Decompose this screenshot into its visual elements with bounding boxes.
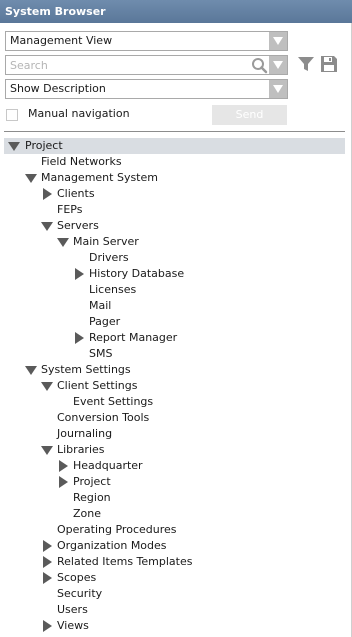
tree-item[interactable]: Main Server (0, 234, 341, 250)
tree-item-label: Licenses (89, 283, 137, 296)
expand-triangle-right-icon[interactable] (43, 188, 52, 200)
tree-item-label: FEPs (57, 203, 83, 216)
tree-item-label: Operating Procedures (57, 523, 177, 536)
chevron-down-icon[interactable] (269, 56, 287, 74)
expand-triangle-down-icon[interactable] (41, 222, 53, 231)
expand-triangle-down-icon[interactable] (41, 382, 53, 391)
tree-item[interactable]: Mail (0, 298, 341, 314)
expand-triangle-right-icon[interactable] (59, 460, 68, 472)
tree-item[interactable]: Zone (0, 506, 341, 522)
tree-item[interactable]: Libraries (0, 442, 341, 458)
tree-item[interactable]: Headquarter (0, 458, 341, 474)
tree-item[interactable]: SMS (0, 346, 341, 362)
tree-item-label: Client Settings (57, 379, 138, 392)
chevron-down-icon[interactable] (269, 80, 287, 98)
tree-item[interactable]: Drivers (0, 250, 341, 266)
tree-item-label: Region (73, 491, 111, 504)
description-selector[interactable]: Show Description (5, 79, 288, 99)
tree-item[interactable]: FEPs (0, 202, 341, 218)
tree-item[interactable]: Report Manager (0, 330, 341, 346)
tree-item-label: Libraries (57, 443, 105, 456)
tree-item-label: Scopes (57, 571, 97, 584)
tree-item-label: Conversion Tools (57, 411, 150, 424)
tree-item[interactable]: Conversion Tools (0, 410, 341, 426)
tree-item-label: Main Server (73, 235, 139, 248)
tree-item-label: Report Manager (89, 331, 178, 344)
tree-item-label: Servers (57, 219, 99, 232)
tree-item-label: Headquarter (73, 459, 143, 472)
expand-triangle-down-icon[interactable] (25, 174, 37, 183)
send-button[interactable]: Send (212, 105, 287, 125)
expand-triangle-right-icon[interactable] (43, 572, 52, 584)
tree-item[interactable]: Security (0, 586, 341, 602)
tree-item[interactable]: Project (0, 474, 341, 490)
expand-triangle-down-icon[interactable] (57, 238, 69, 247)
tree-item[interactable]: Organization Modes (0, 538, 341, 554)
tree-item-label: Related Items Templates (57, 555, 193, 568)
tree-item[interactable]: Field Networks (0, 154, 341, 170)
tree-item-label: Security (57, 587, 103, 600)
search-input[interactable] (6, 56, 246, 74)
tree-item[interactable]: Project (4, 138, 345, 154)
tree-item[interactable]: Scopes (0, 570, 341, 586)
tree-item-label: Organization Modes (57, 539, 167, 552)
expand-triangle-right-icon[interactable] (59, 476, 68, 488)
tree-item-label: SMS (89, 347, 113, 360)
tree-item[interactable]: Pager (0, 314, 341, 330)
tree-item-label: Users (57, 603, 88, 616)
tree-item-label: Pager (89, 315, 121, 328)
tree-item-label: Event Settings (73, 395, 154, 408)
tree-item[interactable]: Users (0, 602, 341, 618)
tree-item[interactable]: Management System (0, 170, 341, 186)
tree-item-label: Clients (57, 187, 95, 200)
tree-item[interactable]: Views (0, 618, 341, 634)
description-selector-value: Show Description (10, 82, 106, 95)
divider (4, 131, 345, 132)
chevron-down-icon[interactable] (269, 32, 287, 50)
tree-item[interactable]: Servers (0, 218, 341, 234)
manual-navigation-checkbox[interactable] (6, 109, 18, 121)
expand-triangle-down-icon[interactable] (25, 366, 37, 375)
tree-item-label: System Settings (41, 363, 131, 376)
save-icon[interactable] (320, 55, 338, 76)
expand-triangle-right-icon[interactable] (75, 332, 84, 344)
tree-item[interactable]: System Settings (0, 362, 341, 378)
tree-item[interactable]: Journaling (0, 426, 341, 442)
tree-item[interactable]: Related Items Templates (0, 554, 341, 570)
tree-item-label: Zone (73, 507, 102, 520)
manual-navigation-label: Manual navigation (28, 107, 130, 120)
tree-item[interactable]: Event Settings (0, 394, 341, 410)
expand-triangle-down-icon[interactable] (8, 142, 20, 151)
search-field[interactable] (5, 55, 288, 75)
tree-item[interactable]: Licenses (0, 282, 341, 298)
tree-item[interactable]: Region (0, 490, 341, 506)
tree-item-label: Journaling (57, 427, 113, 440)
tree-item-label: Views (57, 619, 89, 632)
tree-item-label: Field Networks (41, 155, 122, 168)
expand-triangle-down-icon[interactable] (41, 446, 53, 455)
expand-triangle-right-icon[interactable] (75, 268, 84, 280)
window-title: System Browser (0, 0, 352, 23)
tree-item-label: Drivers (89, 251, 129, 264)
tree-item-label: Management System (41, 171, 158, 184)
tree-item-label: History Database (89, 267, 185, 280)
magnifier-icon[interactable] (251, 57, 268, 77)
tree-item-label: Mail (89, 299, 112, 312)
tree-item[interactable]: History Database (0, 266, 341, 282)
tree-item-label: Project (73, 475, 111, 488)
view-selector[interactable]: Management View (5, 31, 288, 51)
tree-item[interactable]: Clients (0, 186, 341, 202)
tree-item-label: Project (25, 139, 63, 152)
expand-triangle-right-icon[interactable] (43, 540, 52, 552)
filter-icon[interactable] (297, 55, 315, 76)
tree-item[interactable]: Client Settings (0, 378, 341, 394)
tree-item[interactable]: Operating Procedures (0, 522, 341, 538)
view-selector-value: Management View (10, 34, 113, 47)
expand-triangle-right-icon[interactable] (43, 556, 52, 568)
expand-triangle-right-icon[interactable] (43, 620, 52, 632)
